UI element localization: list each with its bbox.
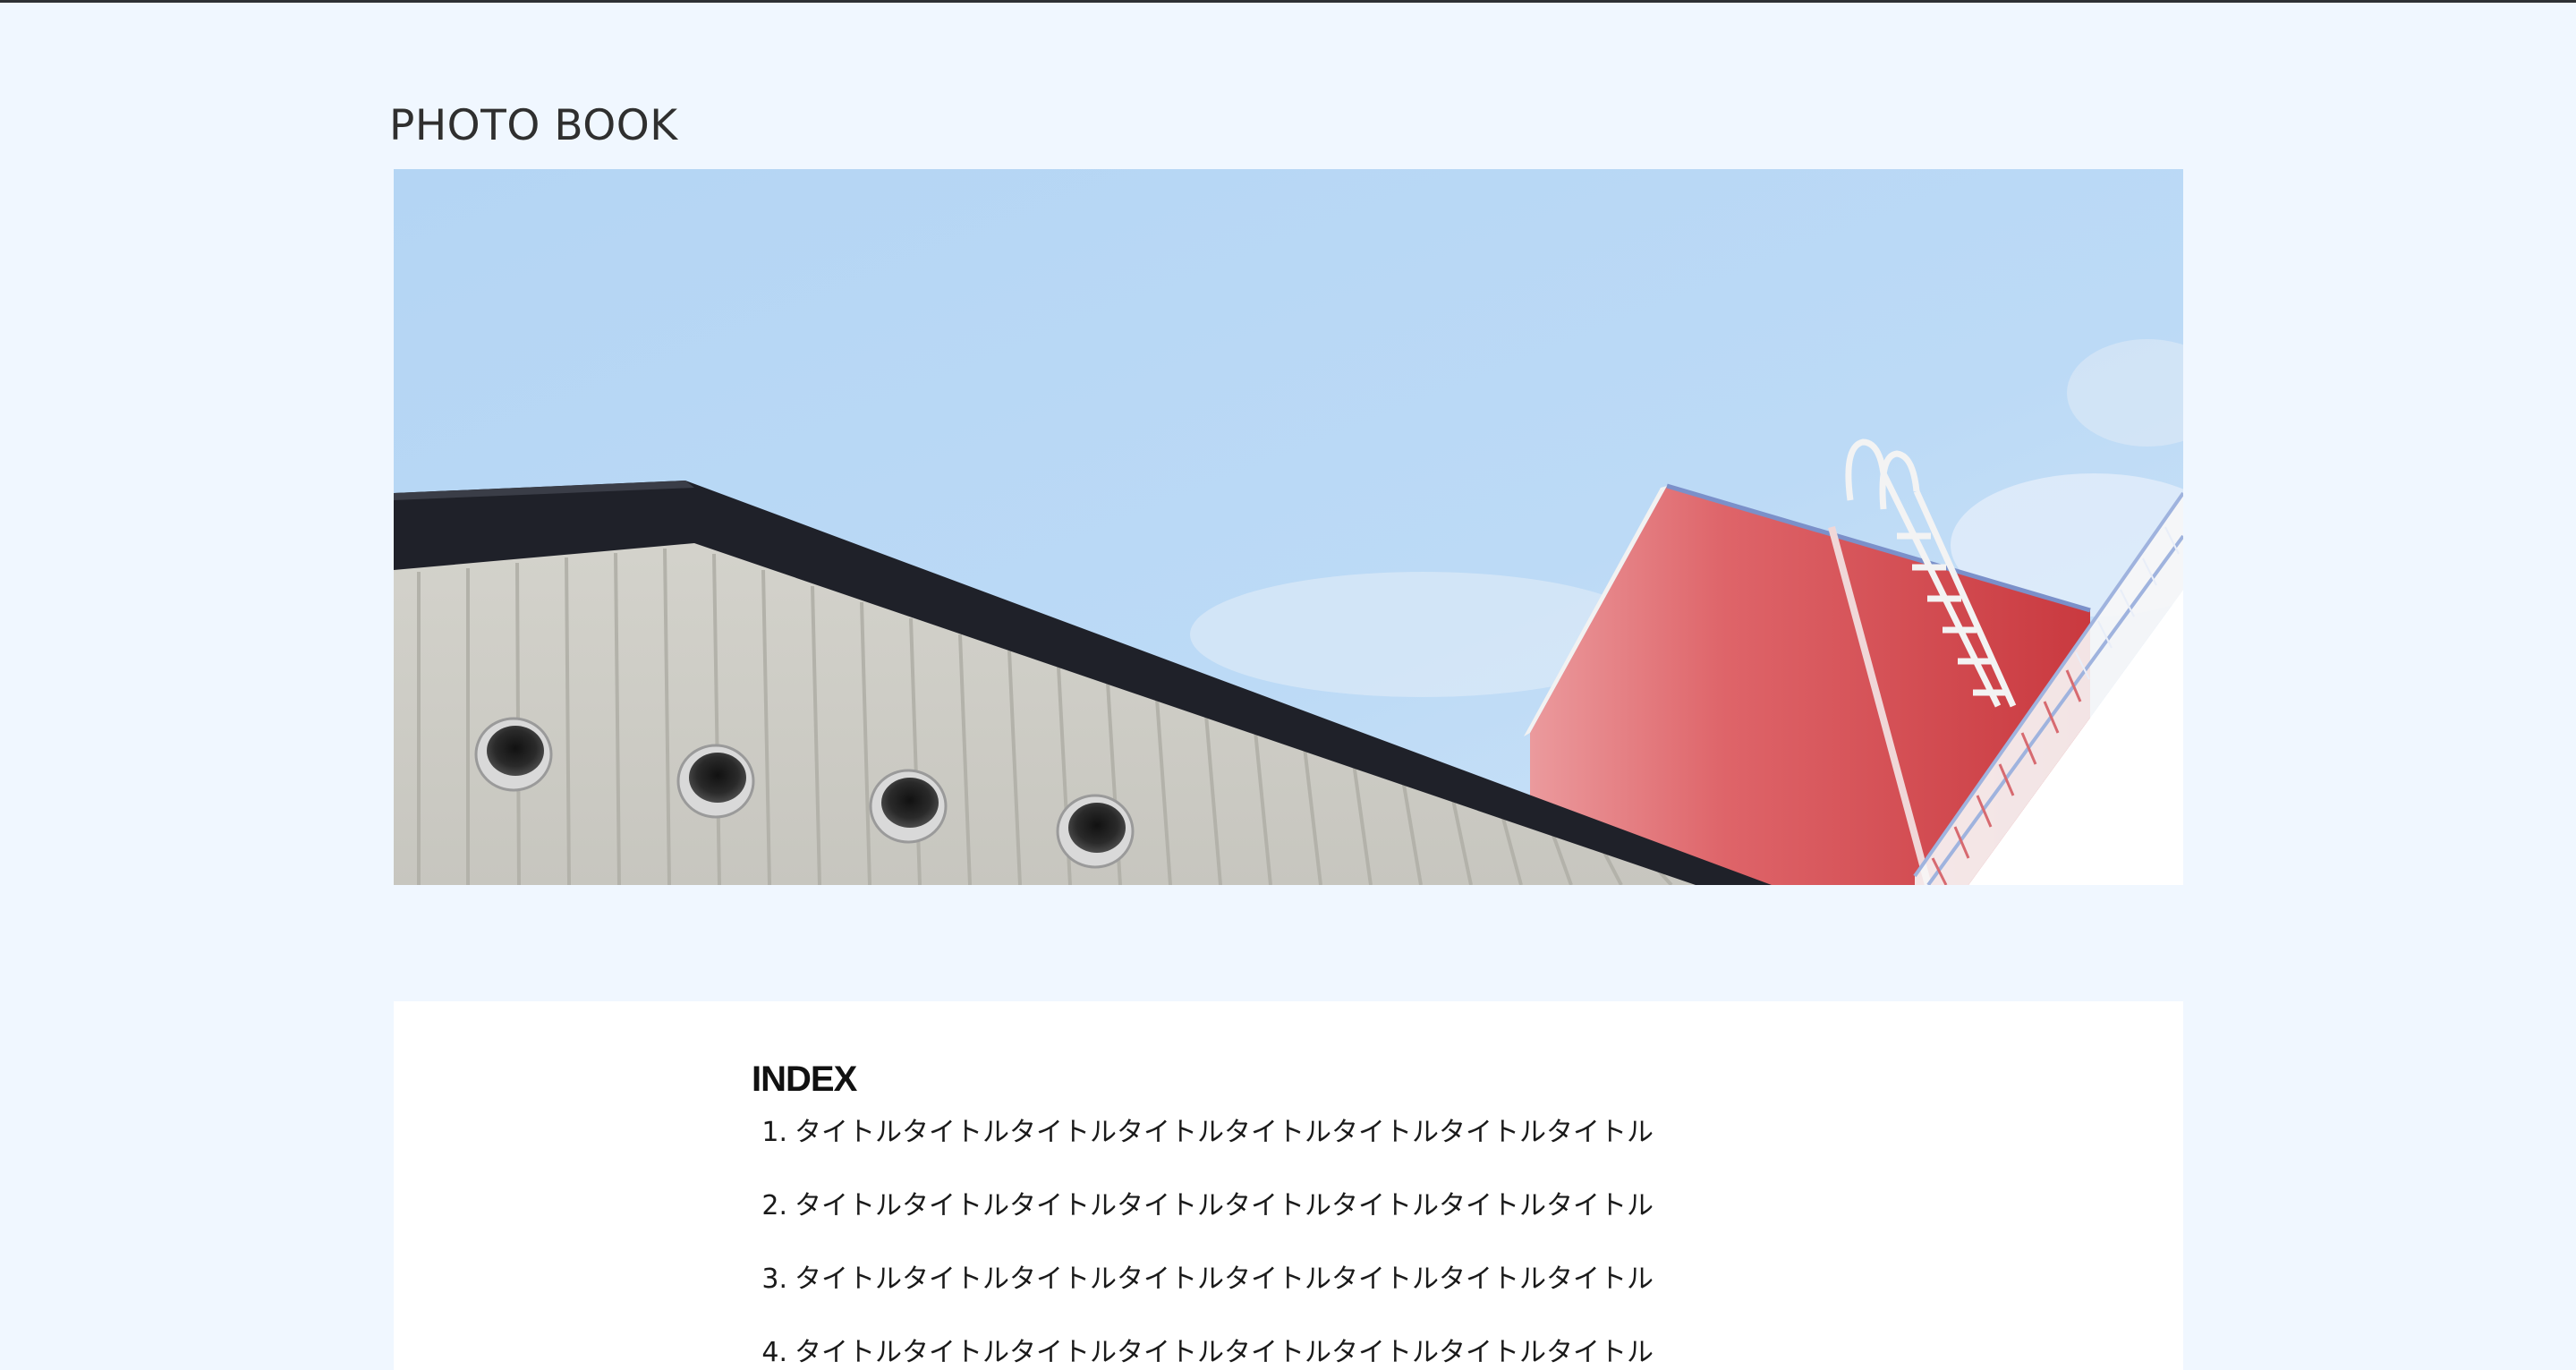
index-list-item[interactable]: 1. タイトルタイトルタイトルタイトルタイトルタイトルタイトルタイトル bbox=[752, 1116, 1654, 1189]
site-title[interactable]: PHOTO BOOK bbox=[389, 97, 678, 156]
index-list-item[interactable]: 2. タイトルタイトルタイトルタイトルタイトルタイトルタイトルタイトル bbox=[752, 1189, 1654, 1263]
window-top-border bbox=[0, 0, 2576, 3]
index-heading: INDEX bbox=[752, 1059, 857, 1099]
index-item-number: 1. bbox=[761, 1117, 787, 1148]
index-item-link[interactable]: タイトルタイトルタイトルタイトルタイトルタイトルタイトルタイトル bbox=[795, 1337, 1654, 1368]
index-list-item[interactable]: 4. タイトルタイトルタイトルタイトルタイトルタイトルタイトルタイトル bbox=[752, 1336, 1654, 1370]
index-panel: INDEX 1. タイトルタイトルタイトルタイトルタイトルタイトルタイトルタイトル… bbox=[394, 1001, 2183, 1370]
hero-photo bbox=[394, 169, 2183, 885]
index-item-link[interactable]: タイトルタイトルタイトルタイトルタイトルタイトルタイトルタイトル bbox=[795, 1264, 1654, 1295]
index-item-link[interactable]: タイトルタイトルタイトルタイトルタイトルタイトルタイトルタイトル bbox=[795, 1190, 1654, 1221]
index-list-item[interactable]: 3. タイトルタイトルタイトルタイトルタイトルタイトルタイトルタイトル bbox=[752, 1263, 1654, 1336]
index-list: 1. タイトルタイトルタイトルタイトルタイトルタイトルタイトルタイトル 2. タイト… bbox=[752, 1116, 1654, 1370]
index-item-number: 3. bbox=[761, 1264, 787, 1295]
index-item-link[interactable]: タイトルタイトルタイトルタイトルタイトルタイトルタイトルタイトル bbox=[795, 1117, 1654, 1148]
hero-photo-graphic bbox=[394, 169, 2183, 885]
index-item-number: 2. bbox=[761, 1190, 787, 1221]
index-item-number: 4. bbox=[761, 1337, 787, 1368]
